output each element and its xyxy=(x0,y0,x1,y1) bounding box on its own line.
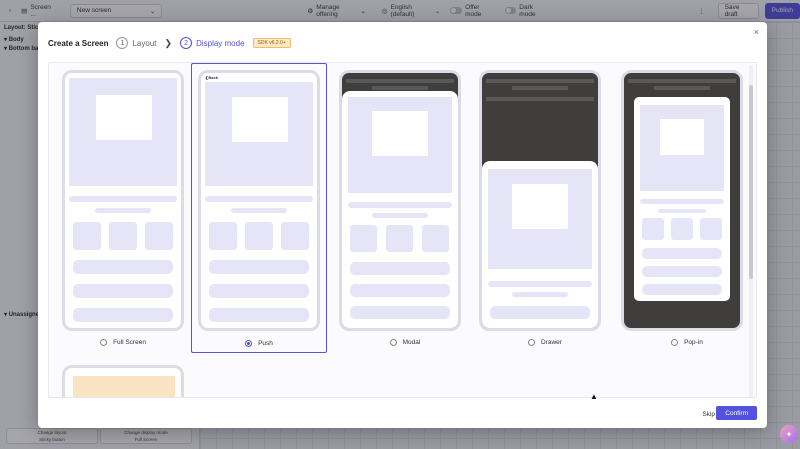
radio-button[interactable] xyxy=(671,339,679,346)
push-preview: ❮Back xyxy=(198,70,320,331)
confirm-button[interactable]: Confirm xyxy=(716,406,757,420)
option-label[interactable]: Push xyxy=(192,340,326,347)
full-screen-preview xyxy=(62,70,184,331)
radio-button[interactable] xyxy=(100,339,108,346)
image-placeholder-icon xyxy=(205,82,313,186)
option-label[interactable]: Modal xyxy=(337,339,473,346)
step-display-mode[interactable]: 2 Display mode xyxy=(180,37,245,49)
image-placeholder-icon xyxy=(348,97,452,193)
image-placeholder-icon xyxy=(640,105,724,191)
option-pop-in[interactable]: Pop-in xyxy=(619,63,755,353)
modal-footer: Skip Confirm xyxy=(38,398,767,428)
close-icon[interactable]: × xyxy=(754,27,759,37)
sdk-version-badge: SDK v6.2.0+ xyxy=(252,38,291,48)
radio-button[interactable] xyxy=(528,339,536,346)
image-placeholder-icon xyxy=(69,78,177,186)
image-placeholder-icon xyxy=(488,169,592,269)
option-label[interactable]: Full Screen xyxy=(55,339,191,346)
option-modal[interactable]: Modal xyxy=(337,63,473,353)
mouse-cursor-icon: ▲ xyxy=(590,392,598,401)
drawer-preview xyxy=(479,70,601,331)
display-mode-options: Full Screen ❮Back Push Modal Drawer Pop-… xyxy=(48,62,757,398)
drawer-sheet xyxy=(482,161,598,328)
step-layout[interactable]: 1 Layout xyxy=(116,37,157,49)
create-screen-modal: Create a Screen 1 Layout ❯ 2 Display mod… xyxy=(38,22,767,428)
option-full-screen[interactable]: Full Screen xyxy=(55,63,191,353)
option-label[interactable]: Drawer xyxy=(477,339,613,346)
modal-header: Create a Screen 1 Layout ❯ 2 Display mod… xyxy=(38,22,767,64)
next-option-preview xyxy=(62,365,184,397)
modal-sheet xyxy=(342,91,458,328)
pop-in-preview xyxy=(621,70,743,331)
option-label[interactable]: Pop-in xyxy=(619,339,755,346)
assistant-bot-icon[interactable]: ✦ xyxy=(780,425,798,443)
modal-preview xyxy=(339,70,461,331)
chevron-right-icon: ❯ xyxy=(164,37,173,48)
radio-button-selected[interactable] xyxy=(245,340,253,347)
option-drawer[interactable]: Drawer xyxy=(477,63,613,353)
radio-button[interactable] xyxy=(389,339,397,346)
back-link: ❮Back xyxy=(205,75,218,80)
skip-button[interactable]: Skip xyxy=(702,411,715,418)
option-push[interactable]: ❮Back Push xyxy=(191,63,327,353)
modal-title: Create a Screen xyxy=(48,38,109,48)
pop-in-card xyxy=(634,97,730,301)
option-next-row[interactable] xyxy=(55,363,191,397)
